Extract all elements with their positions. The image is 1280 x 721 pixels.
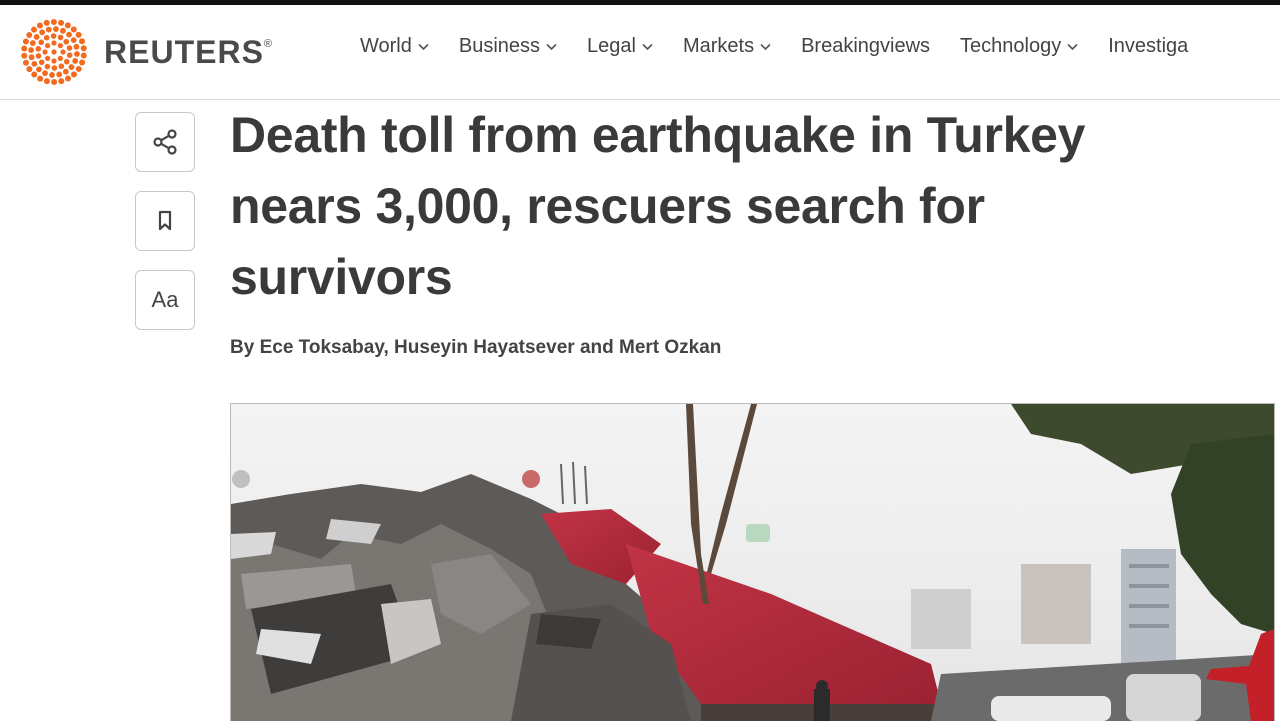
chevron-down-icon bbox=[760, 43, 771, 50]
nav-item-world[interactable]: World bbox=[360, 35, 429, 58]
share-button[interactable] bbox=[135, 112, 195, 172]
nav-item-breakingviews[interactable]: Breakingviews bbox=[801, 35, 930, 58]
chevron-down-icon bbox=[1067, 43, 1078, 50]
article-photo[interactable] bbox=[230, 403, 1275, 721]
nav-item-label: World bbox=[360, 35, 412, 57]
nav-item-label: Investiga bbox=[1108, 35, 1189, 57]
byline-conjunction: and bbox=[579, 337, 614, 358]
nav-item-label: Breakingviews bbox=[801, 35, 931, 57]
text-size-label: Aa bbox=[151, 287, 179, 312]
site-header: REUTERS® World Business Legal Markets Breaki… bbox=[0, 5, 1280, 100]
nav-item-label: Business bbox=[458, 35, 541, 57]
nav-item-technology[interactable]: Technology bbox=[960, 35, 1078, 58]
chevron-down-icon bbox=[546, 43, 557, 50]
nav-item-label: Markets bbox=[682, 35, 755, 57]
reuters-logo[interactable]: REUTERS® bbox=[18, 18, 273, 86]
article-headline: Death toll from earthquake in Turkey nea… bbox=[230, 107, 1086, 305]
earthquake-rubble-image bbox=[231, 404, 1274, 721]
nav-item-label: Legal bbox=[587, 35, 636, 57]
bookmark-icon bbox=[158, 210, 172, 231]
chevron-down-icon bbox=[642, 43, 653, 50]
main-nav: World Business Legal Markets Breakingviews Te… bbox=[360, 35, 1218, 58]
nav-item-business[interactable]: Business bbox=[459, 35, 557, 58]
text-size-button[interactable]: Aa bbox=[135, 270, 195, 330]
nav-item-legal[interactable]: Legal bbox=[587, 35, 653, 58]
article-byline: By Ece Toksabay, Huseyin Hayatsever and … bbox=[230, 337, 721, 359]
article-tools: Aa bbox=[135, 112, 195, 349]
byline-prefix: By bbox=[230, 337, 255, 358]
bookmark-button[interactable] bbox=[135, 191, 195, 251]
brand-name: REUTERS® bbox=[104, 33, 274, 70]
reuters-logo-icon bbox=[21, 19, 87, 85]
nav-item-label: Technology bbox=[960, 35, 1062, 57]
byline-authors[interactable]: Ece Toksabay, Huseyin Hayatsever bbox=[260, 337, 575, 358]
chevron-down-icon bbox=[418, 43, 429, 50]
byline-last-author[interactable]: Mert Ozkan bbox=[619, 337, 721, 358]
nav-item-investiga[interactable]: Investiga bbox=[1108, 35, 1188, 58]
share-icon bbox=[153, 129, 177, 155]
nav-item-markets[interactable]: Markets bbox=[683, 35, 771, 58]
